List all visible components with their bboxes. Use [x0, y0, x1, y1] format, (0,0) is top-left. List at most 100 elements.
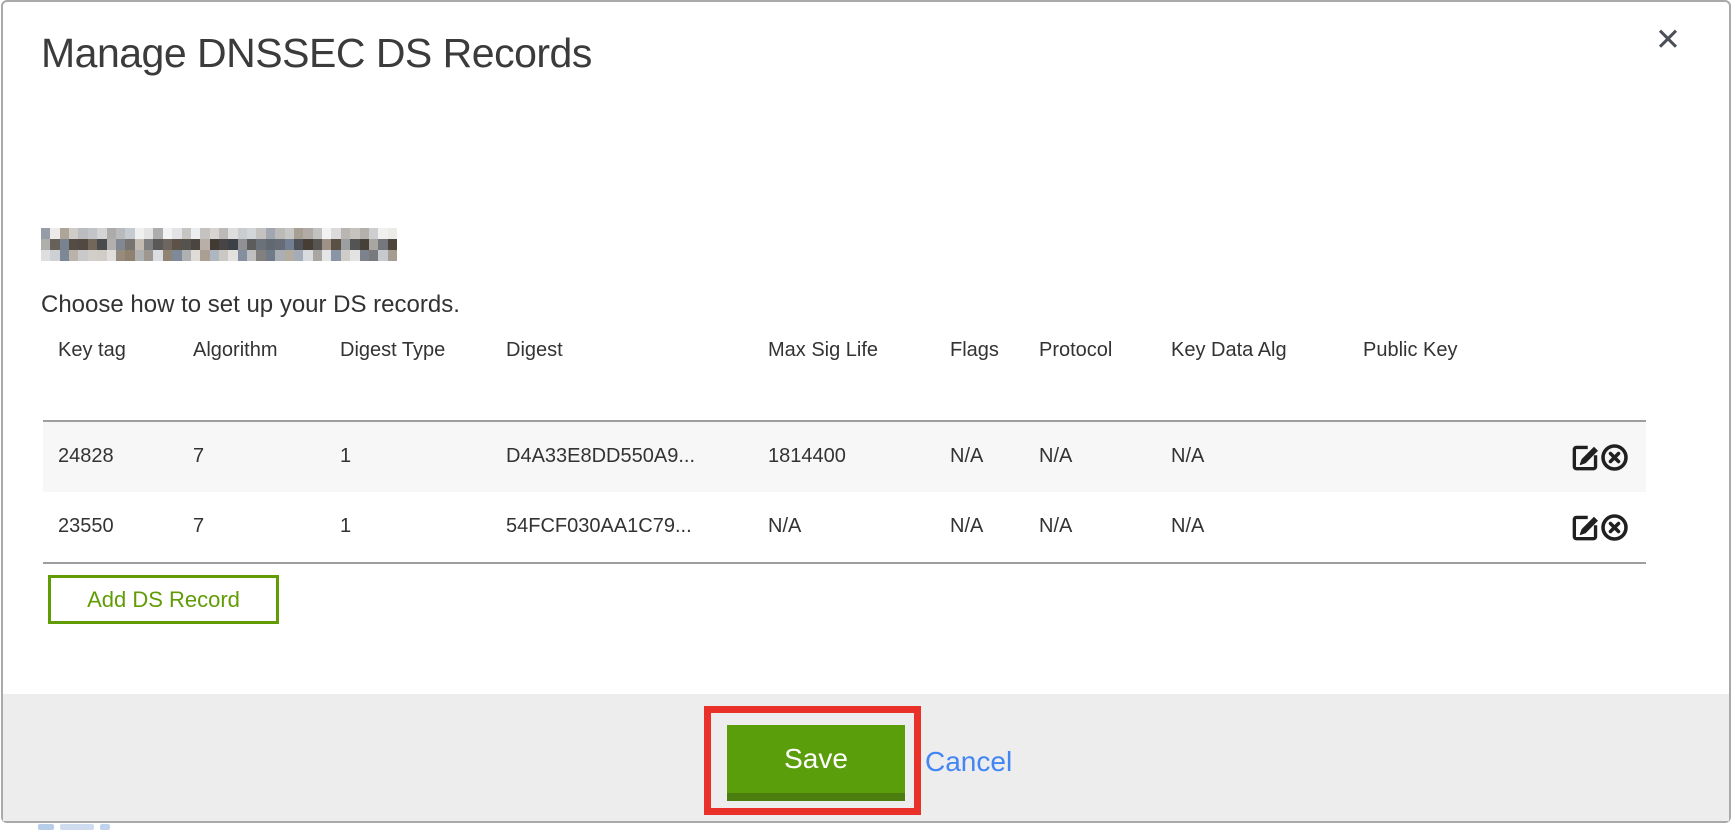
redacted-pixel — [191, 250, 200, 261]
redacted-pixel — [247, 250, 256, 261]
redacted-pixel — [153, 228, 162, 239]
redacted-pixel — [247, 239, 256, 250]
redacted-pixel — [219, 239, 228, 250]
redacted-pixel — [331, 228, 340, 239]
redacted-pixel — [163, 239, 172, 250]
redacted-pixel — [69, 228, 78, 239]
delete-record-icon[interactable] — [1600, 513, 1629, 542]
redacted-pixel — [388, 228, 397, 239]
row-actions — [1571, 442, 1643, 472]
redacted-pixel — [182, 239, 191, 250]
redacted-pixel — [247, 228, 256, 239]
table-header-row: Key tag Algorithm Digest Type Digest Max… — [43, 339, 1646, 367]
redacted-pixel — [294, 228, 303, 239]
page: Manage DNSSEC DS Records ✕ Choose how to… — [0, 0, 1734, 830]
redacted-pixel — [107, 250, 116, 261]
redacted-pixel — [378, 250, 387, 261]
background-content-peek — [38, 824, 54, 830]
edit-record-icon[interactable] — [1571, 443, 1600, 472]
redacted-pixel — [135, 228, 144, 239]
redacted-pixel — [219, 228, 228, 239]
redacted-pixel — [369, 239, 378, 250]
redacted-pixel — [275, 228, 284, 239]
redacted-pixel — [322, 228, 331, 239]
redacted-pixel — [313, 239, 322, 250]
redacted-pixel — [116, 228, 125, 239]
close-icon[interactable]: ✕ — [1655, 24, 1681, 55]
redacted-pixel — [116, 239, 125, 250]
cell-flags: N/A — [950, 515, 1034, 538]
redacted-pixel — [60, 239, 69, 250]
column-header-digest-type: Digest Type — [340, 339, 500, 362]
redacted-pixel — [331, 239, 340, 250]
redacted-pixel — [341, 239, 350, 250]
save-button[interactable]: Save — [727, 725, 905, 801]
redacted-pixel — [50, 250, 59, 261]
redacted-pixel — [78, 250, 87, 261]
column-header-flags: Flags — [950, 339, 1034, 362]
cell-digest: D4A33E8DD550A9... — [506, 445, 761, 468]
redacted-pixel — [378, 228, 387, 239]
cell-algorithm: 7 — [193, 445, 335, 468]
background-content-peek — [60, 824, 94, 830]
cell-algorithm: 7 — [193, 515, 335, 538]
redacted-pixel — [369, 250, 378, 261]
redacted-pixel — [163, 250, 172, 261]
cell-max-sig-life: 1814400 — [768, 445, 943, 468]
redacted-pixel — [135, 250, 144, 261]
redacted-pixel — [238, 250, 247, 261]
redacted-pixel — [388, 239, 397, 250]
redacted-pixel — [228, 239, 237, 250]
redacted-pixel — [285, 228, 294, 239]
add-ds-record-button[interactable]: Add DS Record — [48, 575, 279, 624]
redacted-pixel — [191, 228, 200, 239]
cancel-link[interactable]: Cancel — [925, 746, 1012, 778]
redacted-pixel — [256, 228, 265, 239]
redacted-pixel — [97, 250, 106, 261]
redacted-pixel — [266, 239, 275, 250]
redacted-pixel — [303, 239, 312, 250]
row-actions — [1571, 512, 1643, 542]
redacted-pixel — [41, 239, 50, 250]
redacted-pixel — [238, 239, 247, 250]
redacted-pixel — [266, 250, 275, 261]
delete-record-icon[interactable] — [1600, 443, 1629, 472]
redacted-pixel — [163, 228, 172, 239]
column-header-key-data-alg: Key Data Alg — [1171, 339, 1356, 362]
redacted-pixel — [69, 250, 78, 261]
table-row: 24828 7 1 D4A33E8DD550A9... 1814400 N/A … — [43, 422, 1646, 492]
redacted-pixel — [275, 250, 284, 261]
redacted-pixel — [60, 250, 69, 261]
redacted-pixel — [388, 250, 397, 261]
redacted-pixel — [238, 228, 247, 239]
redacted-pixel — [210, 228, 219, 239]
redacted-pixel — [210, 239, 219, 250]
redacted-pixel — [350, 228, 359, 239]
column-header-algorithm: Algorithm — [193, 339, 335, 362]
redacted-pixel — [172, 250, 181, 261]
column-header-key-tag: Key tag — [58, 339, 188, 362]
redacted-pixel — [256, 239, 265, 250]
redacted-pixel — [341, 228, 350, 239]
redacted-pixel — [107, 228, 116, 239]
redacted-pixel — [285, 239, 294, 250]
redacted-pixel — [50, 228, 59, 239]
redacted-pixel — [41, 250, 50, 261]
column-header-protocol: Protocol — [1039, 339, 1167, 362]
cell-digest-type: 1 — [340, 515, 500, 538]
cell-flags: N/A — [950, 445, 1034, 468]
redacted-pixel — [275, 239, 284, 250]
redacted-pixel — [294, 250, 303, 261]
redacted-pixel — [182, 250, 191, 261]
redacted-pixel — [313, 228, 322, 239]
cell-max-sig-life: N/A — [768, 515, 943, 538]
redacted-pixel — [153, 250, 162, 261]
redacted-pixel — [285, 250, 294, 261]
cell-protocol: N/A — [1039, 445, 1167, 468]
redacted-pixel — [303, 228, 312, 239]
edit-record-icon[interactable] — [1571, 513, 1600, 542]
redacted-pixel — [88, 239, 97, 250]
ds-records-table: 24828 7 1 D4A33E8DD550A9... 1814400 N/A … — [43, 420, 1646, 564]
column-header-max-sig-life: Max Sig Life — [768, 339, 943, 362]
redacted-pixel — [350, 250, 359, 261]
